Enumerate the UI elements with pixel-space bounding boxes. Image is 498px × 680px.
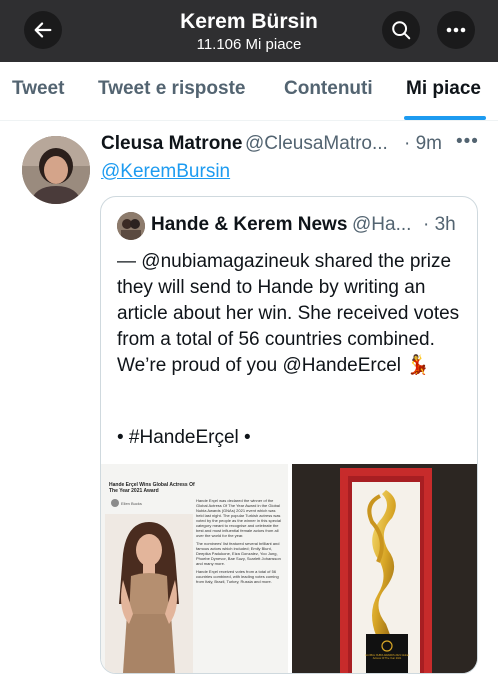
tweet-more-button[interactable]: ••• bbox=[456, 131, 479, 153]
avatar[interactable] bbox=[22, 136, 90, 204]
tab-contenuti[interactable]: Contenuti bbox=[284, 78, 373, 100]
tab-tweet-e-risposte[interactable]: Tweet e risposte bbox=[98, 78, 245, 100]
search-icon bbox=[392, 21, 411, 40]
article-screenshot[interactable]: Hande Erçel Wins Global Actress Of The Y… bbox=[101, 464, 288, 673]
tab-tweet[interactable]: Tweet bbox=[12, 78, 64, 100]
profile-name: Kerem Bürsin bbox=[180, 10, 318, 33]
avatar-photo bbox=[22, 136, 90, 204]
article-paragraph: Hande Erçel received votes from a total … bbox=[196, 569, 279, 584]
tab-mi-piace[interactable]: Mi piace bbox=[406, 78, 481, 100]
top-bar: Kerem Bürsin 11.106 Mi piace bbox=[0, 0, 498, 62]
search-button[interactable] bbox=[382, 11, 420, 49]
hashtag-link[interactable]: • #HandeErçel • bbox=[117, 427, 251, 449]
author-avatar bbox=[111, 499, 119, 507]
article-title: Hande Erçel Wins Global Actress Of The Y… bbox=[109, 482, 195, 494]
quote-author-name: Hande & Kerem News bbox=[151, 214, 348, 235]
tweet-time[interactable]: · 9m bbox=[404, 133, 442, 155]
actress-photo bbox=[105, 514, 193, 673]
author-handle[interactable]: @CleusaMatro... bbox=[245, 133, 388, 155]
author-name[interactable]: Cleusa Matrone bbox=[101, 133, 242, 155]
quote-text: — @nubiamagazineuk shared the prize they… bbox=[117, 251, 460, 376]
article-author: Ellen Bucks bbox=[121, 501, 142, 506]
more-options-button[interactable] bbox=[437, 11, 475, 49]
quote-time: · 3h bbox=[423, 214, 456, 235]
media-grid: Hande Erçel Wins Global Actress Of The Y… bbox=[101, 464, 477, 673]
trophy-photo[interactable]: GLOBAL NUBIA AWARDS 2021 Global Actress … bbox=[292, 464, 477, 673]
likes-count: 11.106 Mi piace bbox=[196, 36, 302, 53]
quote-author-handle: @Ha... bbox=[352, 214, 412, 235]
article-body: Hande Erçel was declared the winner of t… bbox=[196, 498, 284, 587]
active-tab-indicator bbox=[404, 116, 486, 120]
article-paragraph: Hande Erçel was declared the winner of t… bbox=[196, 498, 281, 538]
trophy-plaque-text: GLOBAL NUBIA AWARDS 2021 Global Actress … bbox=[365, 654, 409, 660]
profile-tabs: Tweet Tweet e risposte Contenuti Mi piac… bbox=[0, 62, 498, 121]
more-horizontal-icon bbox=[446, 27, 466, 33]
quote-avatar bbox=[117, 212, 145, 240]
trophy-image bbox=[292, 464, 477, 673]
quoted-tweet[interactable]: Hande & Kerem News @Ha... · 3h — @nubiam… bbox=[100, 196, 478, 674]
mention-link[interactable]: @KeremBursin bbox=[101, 161, 230, 183]
article-paragraph: The nominees’ list featured several bril… bbox=[196, 541, 281, 566]
